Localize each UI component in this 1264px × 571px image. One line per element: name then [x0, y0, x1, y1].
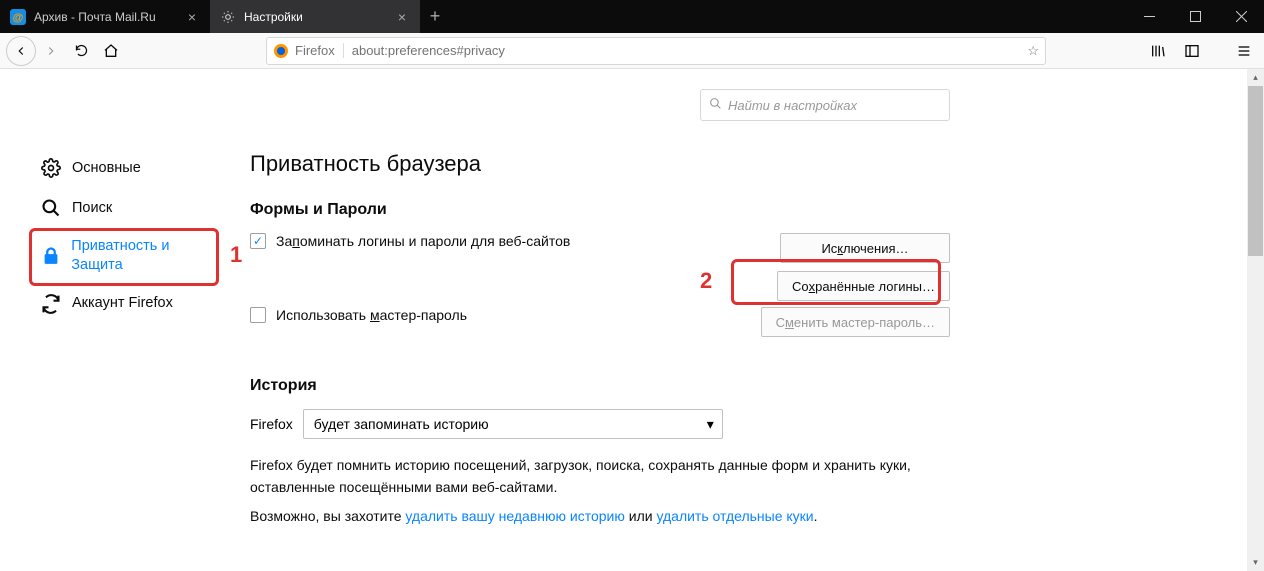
- history-links: Возможно, вы захотите удалить вашу недав…: [250, 506, 950, 528]
- master-password-checkbox[interactable]: [250, 307, 266, 323]
- history-section-title: История: [250, 377, 950, 395]
- firefox-logo-icon: [273, 43, 289, 59]
- sidebar-item-label: Основные: [72, 159, 141, 178]
- saved-logins-button[interactable]: Сохранённые логины…: [777, 271, 950, 301]
- sidebar-item-privacy[interactable]: Приватность и Защита: [30, 229, 230, 283]
- back-button[interactable]: [6, 36, 36, 66]
- sidebar-item-sync[interactable]: Аккаунт Firefox: [30, 285, 230, 323]
- vertical-scrollbar[interactable]: ▴ ▾: [1247, 69, 1264, 571]
- bookmark-star-icon[interactable]: ☆: [1027, 43, 1039, 59]
- sidebar-item-general[interactable]: Основные: [30, 149, 230, 187]
- address-text: about:preferences#privacy: [352, 43, 1028, 58]
- home-button[interactable]: [96, 36, 126, 66]
- chevron-down-icon: ▾: [707, 416, 714, 433]
- new-tab-button[interactable]: +: [420, 0, 450, 33]
- scroll-up-icon[interactable]: ▴: [1247, 69, 1264, 86]
- gear-favicon-icon: [220, 9, 236, 25]
- sidebar-item-label: Приватность и Защита: [71, 237, 220, 275]
- forward-button[interactable]: [36, 36, 66, 66]
- content-area: Основные Поиск Приватность и Защита Акка…: [0, 69, 1264, 571]
- history-mode-label: Firefox: [250, 416, 293, 432]
- tab-settings[interactable]: Настройки ×: [210, 0, 420, 33]
- sidebar-item-label: Аккаунт Firefox: [72, 294, 173, 313]
- minimize-button[interactable]: [1126, 0, 1172, 33]
- close-window-button[interactable]: [1218, 0, 1264, 33]
- gear-icon: [40, 157, 62, 179]
- exceptions-button[interactable]: Исключения…: [780, 233, 950, 263]
- tab-mail[interactable]: @ Архив - Почта Mail.Ru ×: [0, 0, 210, 33]
- scroll-down-icon[interactable]: ▾: [1247, 554, 1264, 571]
- select-value: будет запоминать историю: [314, 416, 489, 432]
- reload-button[interactable]: [66, 36, 96, 66]
- clear-cookies-link[interactable]: удалить отдельные куки: [656, 508, 813, 524]
- sidebar-item-search[interactable]: Поиск: [30, 189, 230, 227]
- lock-icon: [40, 245, 61, 267]
- url-bar[interactable]: Firefox about:preferences#privacy ☆: [266, 37, 1046, 65]
- search-icon: [40, 197, 62, 219]
- close-icon[interactable]: ×: [394, 9, 410, 25]
- tab-label: Архив - Почта Mail.Ru: [34, 10, 184, 24]
- clear-recent-history-link[interactable]: удалить вашу недавнюю историю: [405, 508, 624, 524]
- identity-label: Firefox: [295, 43, 344, 58]
- close-icon[interactable]: ×: [184, 9, 200, 25]
- search-input[interactable]: Найти в настройках: [700, 89, 950, 121]
- preferences-sidebar: Основные Поиск Приватность и Защита Акка…: [0, 69, 230, 571]
- remember-logins-checkbox[interactable]: [250, 233, 266, 249]
- library-button[interactable]: [1144, 36, 1172, 66]
- nav-toolbar: Firefox about:preferences#privacy ☆: [0, 33, 1264, 69]
- svg-text:@: @: [13, 12, 24, 24]
- search-icon: [709, 97, 722, 113]
- maximize-button[interactable]: [1172, 0, 1218, 33]
- tab-strip: @ Архив - Почта Mail.Ru × Настройки × +: [0, 0, 1264, 33]
- scrollbar-thumb[interactable]: [1248, 86, 1263, 256]
- sidebar-toggle-button[interactable]: [1178, 36, 1206, 66]
- search-placeholder: Найти в настройках: [728, 98, 857, 113]
- main-pane: Найти в настройках Приватность браузера …: [250, 69, 950, 571]
- tab-label: Настройки: [244, 10, 394, 24]
- change-master-password-button: Сменить мастер-пароль…: [761, 307, 950, 337]
- mail-favicon-icon: @: [10, 9, 26, 25]
- window-controls: [1126, 0, 1264, 33]
- page-title: Приватность браузера: [250, 151, 950, 177]
- forms-section-title: Формы и Пароли: [250, 201, 950, 219]
- sync-icon: [40, 293, 62, 315]
- history-mode-select[interactable]: будет запоминать историю ▾: [303, 409, 723, 439]
- remember-logins-label: Запоминать логины и пароли для веб-сайто…: [276, 233, 570, 249]
- master-password-label: Использовать мастер-пароль: [276, 307, 467, 323]
- history-description: Firefox будет помнить историю посещений,…: [250, 455, 950, 498]
- sidebar-item-label: Поиск: [72, 199, 112, 218]
- menu-button[interactable]: [1230, 36, 1258, 66]
